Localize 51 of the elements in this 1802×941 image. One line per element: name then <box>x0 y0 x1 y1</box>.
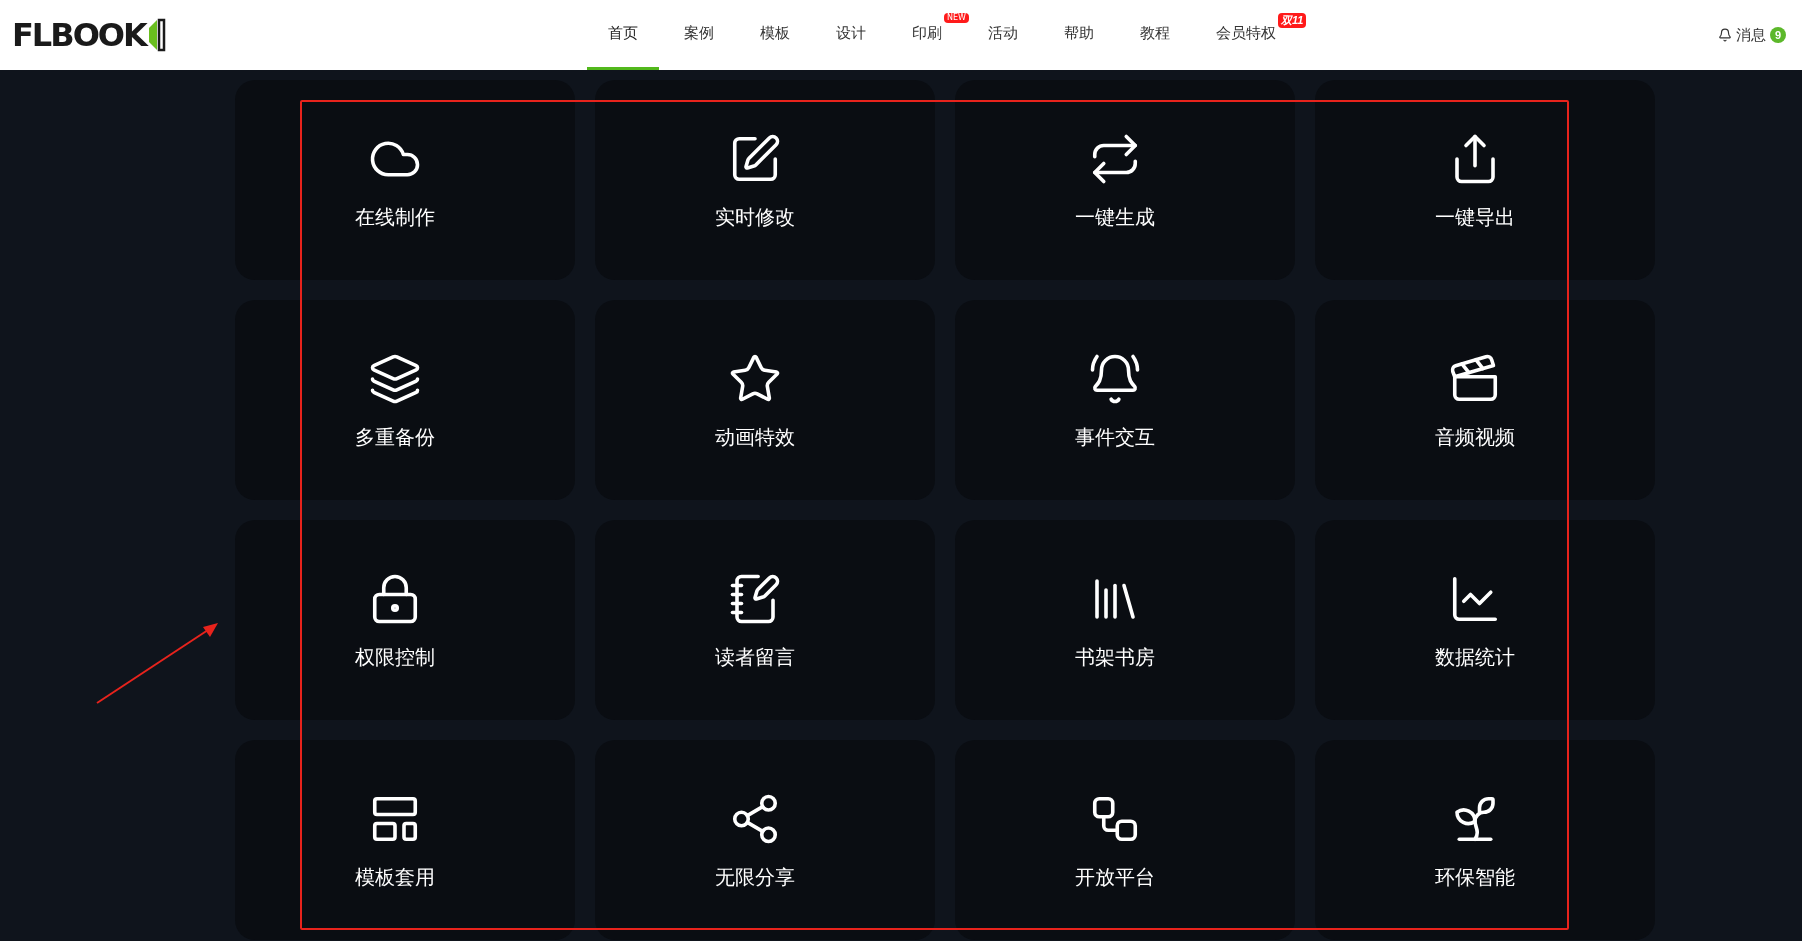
nav-link[interactable]: 模板 <box>739 0 811 70</box>
bell-icon <box>1088 352 1142 406</box>
feature-card[interactable]: 在线制作 <box>235 80 575 280</box>
feature-label: 开放平台 <box>1075 865 1155 890</box>
messages-link[interactable]: 消息 <box>1736 23 1766 47</box>
nav-link[interactable]: 会员特权 <box>1195 0 1276 70</box>
feature-label: 模板套用 <box>355 865 435 890</box>
nav-link[interactable]: 帮助 <box>1043 0 1115 70</box>
note-pen-icon <box>728 572 782 626</box>
feature-label: 在线制作 <box>355 205 435 230</box>
feature-card[interactable]: 读者留言 <box>595 520 935 720</box>
nav-link[interactable]: 印刷 <box>891 0 942 70</box>
nav-link[interactable]: 案例 <box>663 0 735 70</box>
feature-label: 实时修改 <box>715 205 795 230</box>
layers-icon <box>368 352 422 406</box>
feature-card[interactable]: 环保智能 <box>1315 740 1655 940</box>
feature-label: 无限分享 <box>715 865 795 890</box>
feature-label: 动画特效 <box>715 425 795 450</box>
feature-label: 书架书房 <box>1075 645 1155 670</box>
nav-link[interactable]: 教程 <box>1119 0 1191 70</box>
feature-card[interactable]: 开放平台 <box>955 740 1295 940</box>
nav-link[interactable]: 首页 <box>587 0 659 70</box>
feature-label: 一键导出 <box>1435 205 1515 230</box>
feature-card[interactable]: 数据统计 <box>1315 520 1655 720</box>
feature-label: 读者留言 <box>715 645 795 670</box>
nav-link[interactable]: 设计 <box>815 0 887 70</box>
nav-badge: 双11 <box>1278 13 1307 28</box>
message-count-badge: 9 <box>1770 27 1786 43</box>
logo-mark-icon <box>147 18 166 52</box>
bell-icon[interactable] <box>1718 28 1732 42</box>
nav-badge: NEW <box>944 13 969 23</box>
feature-card[interactable]: 一键生成 <box>955 80 1295 280</box>
logo[interactable]: FLBOOK <box>12 18 166 52</box>
feature-label: 环保智能 <box>1435 865 1515 890</box>
feature-label: 音频视频 <box>1435 425 1515 450</box>
feature-label: 权限控制 <box>355 645 435 670</box>
feature-card[interactable]: 书架书房 <box>955 520 1295 720</box>
feature-card[interactable]: 一键导出 <box>1315 80 1655 280</box>
feature-card[interactable]: 无限分享 <box>595 740 935 940</box>
feature-label: 多重备份 <box>355 425 435 450</box>
feature-card[interactable]: 模板套用 <box>235 740 575 940</box>
nav-link[interactable]: 活动 <box>967 0 1039 70</box>
feature-card[interactable]: 权限控制 <box>235 520 575 720</box>
feature-card[interactable]: 动画特效 <box>595 300 935 500</box>
feature-label: 一键生成 <box>1075 205 1155 230</box>
feature-card[interactable]: 多重备份 <box>235 300 575 500</box>
feature-card[interactable]: 事件交互 <box>955 300 1295 500</box>
feature-card[interactable]: 音频视频 <box>1315 300 1655 500</box>
feature-label: 事件交互 <box>1075 425 1155 450</box>
feature-card[interactable]: 实时修改 <box>595 80 935 280</box>
feature-label: 数据统计 <box>1435 645 1515 670</box>
